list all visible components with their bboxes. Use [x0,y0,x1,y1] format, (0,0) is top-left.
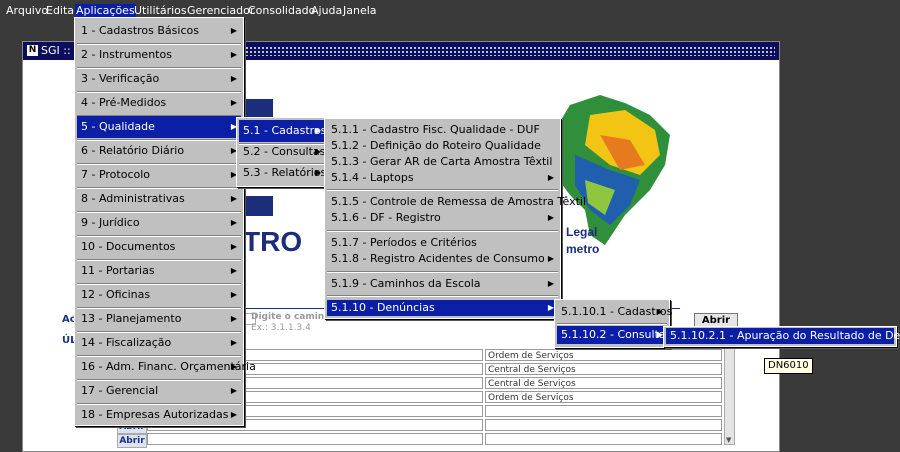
menu-ajuda[interactable]: Ajuda [310,4,343,18]
scroll-down-icon[interactable]: ▼ [726,436,731,444]
submenu-arrow-icon: ▶ [230,362,237,371]
submenu-arrow-icon: ▶ [547,173,554,182]
logo-partial-text: TRO [243,226,303,257]
submenu-arrow-icon: ▶ [230,266,237,275]
submenu-arrow-icon: ▶ [230,242,237,251]
menu-item-fiscalizacao[interactable]: 14 - Fiscalização ▶ [77,332,241,354]
submenu-arrow-icon: ▶ [230,290,237,299]
menu-separator [327,295,558,297]
table-cell[interactable] [147,433,483,445]
menu-item-relatorios[interactable]: 5.3 - Relatórios ▶ [239,162,326,184]
submenu-arrow-icon: ▶ [230,410,237,419]
submenu-arrow-icon: ▶ [230,98,237,107]
menu-cadastros-dropdown: 5.1.1 - Cadastro Fisc. Qualidade - DUF 5… [324,118,586,319]
menu-janela[interactable]: Janela [342,4,378,18]
logo-bar-bottom [243,196,273,216]
menu-item-protocolo[interactable]: 7 - Protocolo ▶ [77,164,241,186]
menu-item-denuncias-cadastros[interactable]: 5.1.10.1 - Cadastros ▶ [557,303,672,321]
menu-item-denuncias-consultas[interactable]: 5.1.10.2 - Consultas ▶ [557,326,671,344]
menu-item-empresas-autorizadas[interactable]: 18 - Empresas Autorizadas ▶ [77,404,241,426]
submenu-arrow-icon: ▶ [230,386,237,395]
table-cell[interactable]: Central de Serviços [485,377,722,389]
menu-separator [327,271,558,273]
submenu-arrow-icon: ▶ [547,254,554,263]
menu-denuncias-dropdown: 5.1.10.1 - Cadastros ▶ 5.1.10.2 - Consult… [554,299,672,348]
table-cell[interactable]: Ordem de Serviços [485,349,722,361]
legal-text: Legal [566,225,598,239]
menu-item-relatorio-diario[interactable]: 6 - Relatório Diário ▶ [77,140,241,162]
menu-qualidade-dropdown: 5.1 - Cadastros ▶ 5.2 - Consultas ▶ 5.3 - … [236,117,328,187]
submenu-arrow-icon: ▶ [314,126,321,135]
menu-separator [327,189,558,191]
menu-item-periodos-criterios[interactable]: 5.1.7 - Períodos e Critérios [327,235,558,251]
menu-item-portarias[interactable]: 11 - Portarias ▶ [77,260,241,282]
menu-item-cadastros-basicos[interactable]: 1 - Cadastros Básicos ▶ [77,20,241,42]
submenu-arrow-icon: ▶ [230,314,237,323]
table-cell[interactable] [485,433,722,445]
submenu-arrow-icon: ▶ [547,213,554,222]
submenu-arrow-icon: ▶ [230,74,237,83]
menu-utilitarios[interactable]: Utilitários [133,4,188,18]
menu-item-cadastro-fisc[interactable]: 5.1.1 - Cadastro Fisc. Qualidade - DUF [327,122,558,138]
menu-aplicacoes[interactable]: Aplicações [75,4,136,18]
menu-item-qualidade[interactable]: 5 - Qualidade ▶ [77,116,241,138]
menu-item-definicao-roteiro[interactable]: 5.1.2 - Definição do Roteiro Qualidade [327,138,558,154]
menu-arquivo[interactable]: Arquivo [5,4,49,18]
table-cell[interactable]: Central de Serviços [485,363,722,375]
menu-separator [327,230,558,232]
menu-item-df-registro[interactable]: 5.1.6 - DF - Registro ▶ [327,210,558,226]
menu-item-controle-remessa[interactable]: 5.1.5 - Controle de Remessa de Amostra T… [327,194,586,210]
menu-item-cadastros[interactable]: 5.1 - Cadastros ▶ [239,120,326,142]
submenu-arrow-icon: ▶ [314,168,321,177]
menu-gerenciador[interactable]: Gerenciador [186,4,255,18]
menu-item-documentos[interactable]: 10 - Documentos ▶ [77,236,241,258]
submenu-arrow-icon: ▶ [547,279,554,288]
table-cell[interactable]: Ordem de Serviços [485,391,722,403]
submenu-arrow-icon: ▶ [656,307,663,316]
menu-item-gerencial[interactable]: 17 - Gerencial ▶ [77,380,241,402]
menu-item-instrumentos[interactable]: 2 - Instrumentos ▶ [77,44,241,66]
menu-item-verificacao[interactable]: 3 - Verificação ▶ [77,68,241,90]
submenu-arrow-icon: ▶ [230,50,237,59]
menu-item-gerar-ar[interactable]: 5.1.3 - Gerar AR de Carta Amostra Têxtil [327,154,558,170]
menu-item-denuncias[interactable]: 5.1.10 - Denúncias ▶ [327,300,558,316]
table-cell[interactable] [485,419,722,431]
app-icon: N [27,45,38,56]
menu-item-caminhos-escola[interactable]: 5.1.9 - Caminhos da Escola ▶ [327,276,558,292]
table-scrollbar[interactable]: ▼ [724,348,735,445]
menu-item-apuracao-resultado[interactable]: 5.1.10.2.1 - Apuração do Resultado de De… [666,328,900,344]
submenu-arrow-icon: ▶ [230,26,237,35]
table-cell[interactable] [485,405,722,417]
menu-item-registro-acidentes[interactable]: 5.1.8 - Registro Acidentes de Consumo ▶ [327,251,558,267]
menu-consolidado[interactable]: Consolidado [247,4,316,18]
menu-aplicacoes-dropdown: 1 - Cadastros Básicos ▶ 2 - Instrumentos ▶… [74,17,256,426]
path-example: Ex.: 3.1.1.3.4 [251,323,311,333]
metro-text: metro [566,242,600,256]
tooltip: DN6010 [764,358,813,374]
submenu-arrow-icon: ▶ [230,218,237,227]
menu-item-laptops[interactable]: 5.1.4 - Laptops ▶ [327,170,558,186]
menu-item-administrativas[interactable]: 8 - Administrativas ▶ [77,188,241,210]
row-abrir-button[interactable]: Abrir [117,434,147,448]
submenu-arrow-icon: ▶ [314,147,321,156]
menu-item-consultas[interactable]: 5.2 - Consultas ▶ [239,141,325,163]
menu-item-adm-financ[interactable]: 16 - Adm. Financ. Orçamentária ▶ [77,356,256,378]
menu-consultas-dropdown: 5.1.10.2.1 - Apuração do Resultado de De… [663,326,900,347]
menu-item-planejamento[interactable]: 13 - Planejamento ▶ [77,308,241,330]
menu-item-pre-medidos[interactable]: 4 - Pré-Medidos ▶ [77,92,241,114]
submenu-arrow-icon: ▶ [230,338,237,347]
submenu-arrow-icon: ▶ [230,194,237,203]
menu-separator [557,323,667,325]
menu-item-juridico[interactable]: 9 - Jurídico ▶ [77,212,241,234]
menu-item-oficinas[interactable]: 12 - Oficinas ▶ [77,284,241,306]
